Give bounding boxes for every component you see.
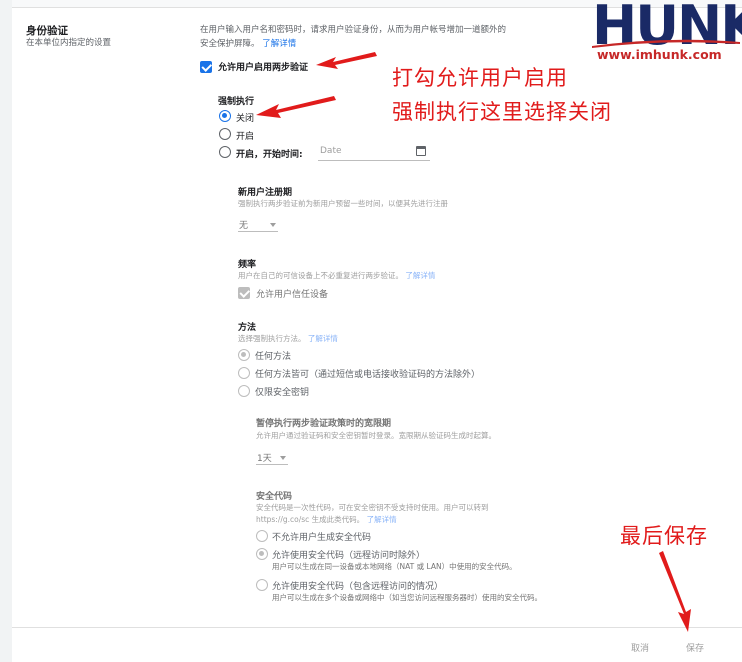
arrow-to-off-option — [256, 96, 336, 118]
annotation-line1: 打勾允许用户启用 — [392, 66, 568, 90]
arrow-to-checkbox — [316, 52, 377, 69]
arrow-to-save — [659, 551, 691, 632]
annotation-arrows — [256, 52, 691, 632]
annotation-line2: 强制执行这里选择关闭 — [392, 100, 612, 124]
annotation-save-note: 最后保存 — [620, 524, 708, 548]
logo-url: www.imhunk.com — [597, 47, 722, 62]
